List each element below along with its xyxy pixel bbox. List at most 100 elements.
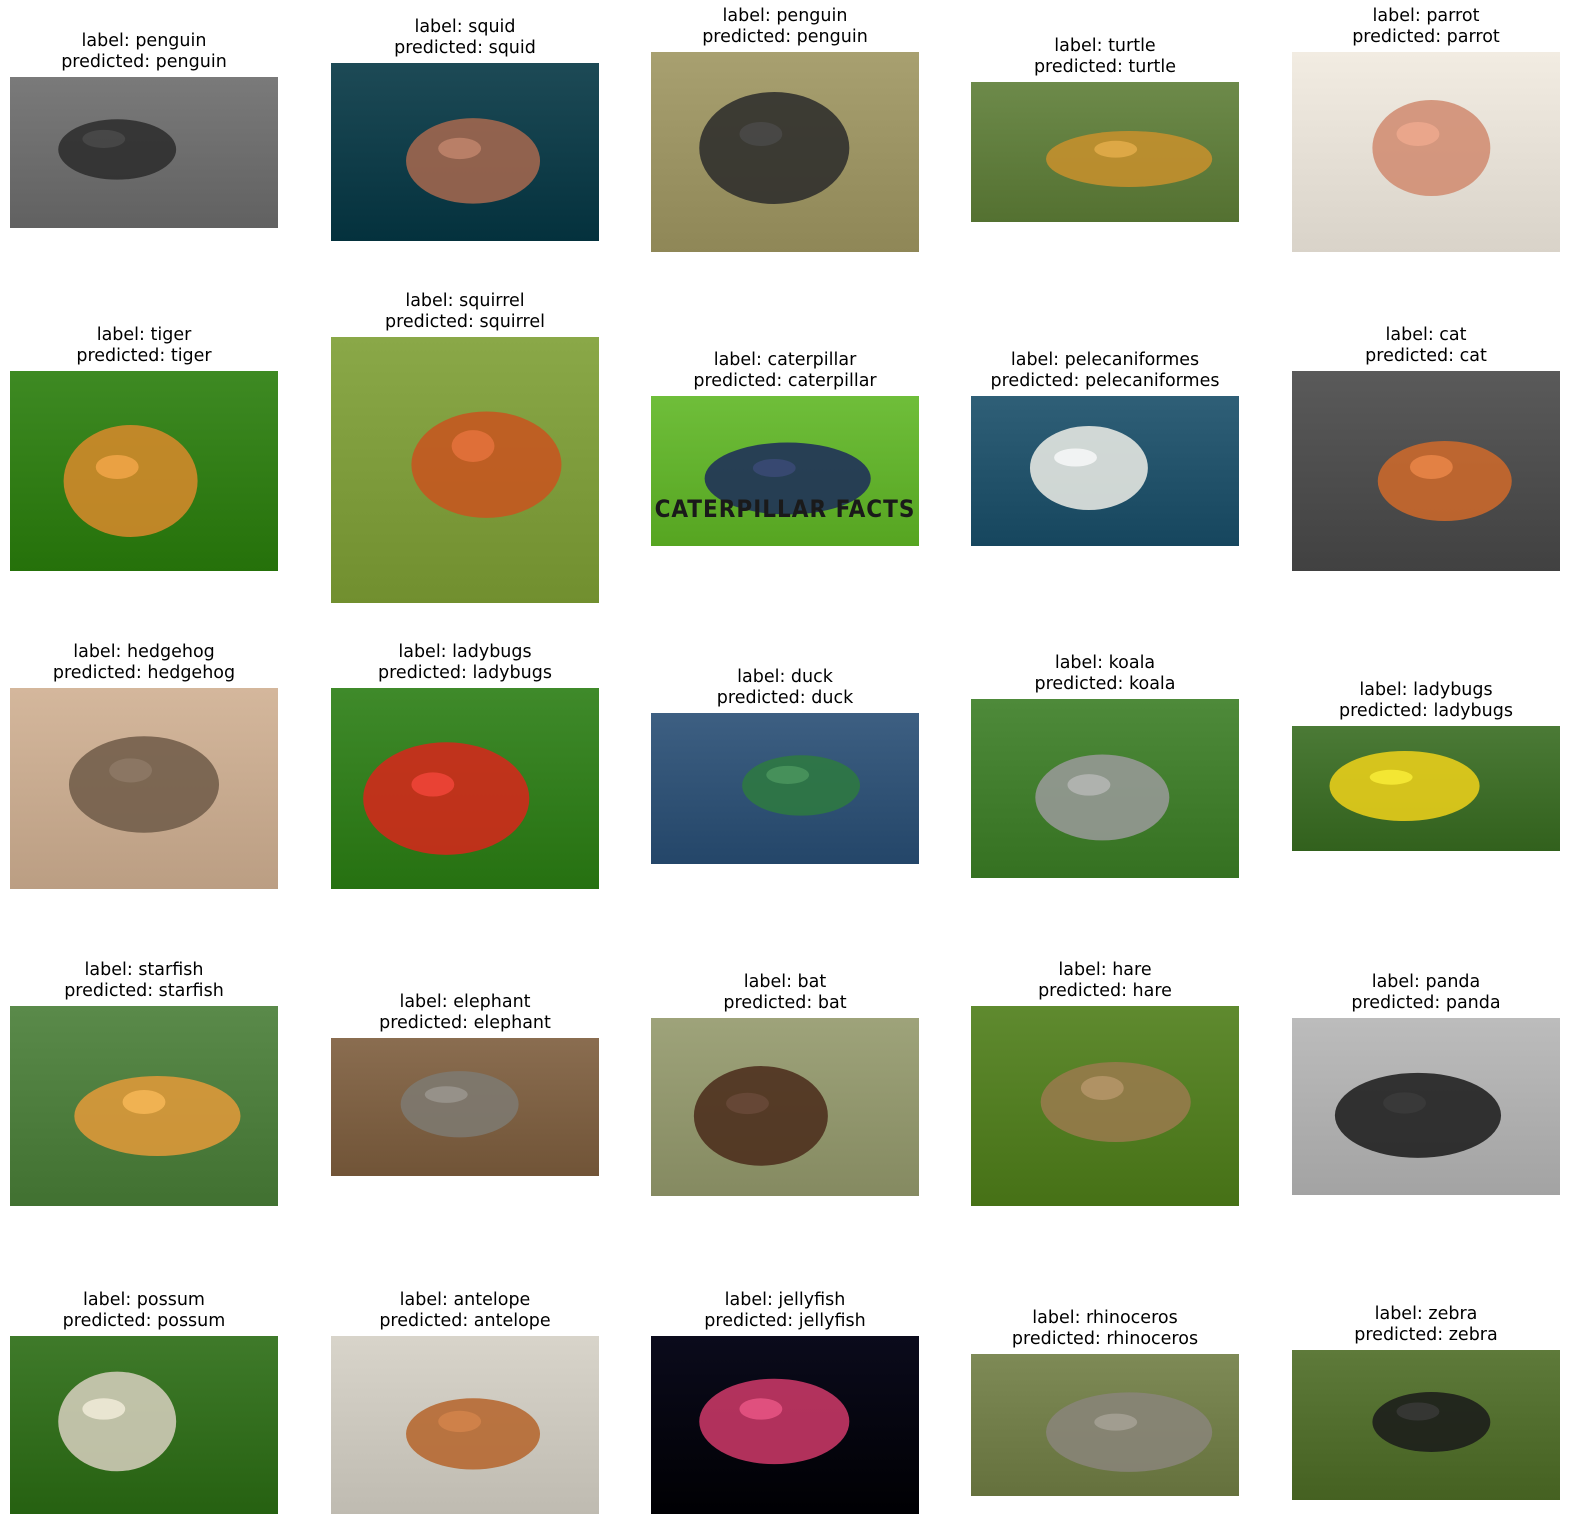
predicted-label: predicted: cat [1365,346,1487,366]
penguin-photo [651,52,919,252]
true-label: label: penguin [722,6,848,26]
prediction-cell: label: penguin predicted: penguin [10,31,278,228]
predicted-label: predicted: bat [723,993,847,1013]
prediction-cell: label: squirrel predicted: squirrel [331,291,599,603]
predicted-label: predicted: squid [394,38,536,58]
prediction-cell: label: caterpillar predicted: caterpillar… [651,350,919,546]
prediction-cell: label: panda predicted: panda [1292,972,1560,1195]
antelope-photo [331,1336,599,1514]
predicted-label: predicted: penguin [61,52,227,72]
true-label: label: jellyfish [724,1290,846,1310]
squirrel-photo [331,337,599,603]
prediction-cell: label: ladybugs predicted: ladybugs [331,642,599,889]
caterpillar-photo: CATERPILLAR FACTS [651,396,919,546]
true-label: label: squirrel [405,291,525,311]
turtle-photo [971,82,1239,222]
true-label: label: ladybugs [398,642,532,662]
prediction-cell: label: duck predicted: duck [651,667,919,864]
true-label: label: bat [743,972,827,992]
true-label: label: tiger [96,325,192,345]
true-label: label: elephant [399,992,531,1012]
predicted-label: predicted: starfish [64,981,224,1001]
predicted-label: predicted: penguin [702,27,868,47]
prediction-cell: label: koala predicted: koala [971,653,1239,878]
true-label: label: koala [1054,653,1156,673]
predicted-label: predicted: parrot [1352,27,1500,47]
predicted-label: predicted: koala [1034,674,1176,694]
bat-photo [651,1018,919,1196]
hedgehog-photo [10,688,278,889]
koala-photo [971,699,1239,878]
penguin-photo [10,77,278,228]
pelican-photo [971,396,1239,546]
prediction-cell: label: elephant predicted: elephant [331,992,599,1176]
ladybug-photo [331,688,599,889]
true-label: label: possum [83,1290,205,1310]
prediction-cell: label: pelecaniformes predicted: pelecani… [971,350,1239,546]
jellyfish-photo [651,1336,919,1514]
predicted-label: predicted: panda [1351,993,1501,1013]
prediction-cell: label: starfish predicted: starfish [10,960,278,1206]
true-label: label: hedgehog [73,642,215,662]
predicted-label: predicted: hedgehog [52,663,236,683]
predicted-label: predicted: jellyfish [704,1311,866,1331]
squid-photo [331,63,599,241]
rhino-photo [971,1354,1239,1496]
photo-overlay-text: CATERPILLAR FACTS [654,495,916,523]
prediction-cell: label: hedgehog predicted: hedgehog [10,642,278,889]
true-label: label: antelope [399,1290,531,1310]
elephant-photo [331,1038,599,1176]
predicted-label: predicted: ladybugs [378,663,552,683]
prediction-grid: label: penguin predicted: penguin label: s… [0,0,1570,1526]
true-label: label: zebra [1374,1304,1478,1324]
true-label: label: starfish [84,960,204,980]
prediction-cell: label: penguin predicted: penguin [651,6,919,252]
true-label: label: panda [1371,972,1481,992]
prediction-cell: label: jellyfish predicted: jellyfish [651,1290,919,1514]
predicted-label: predicted: tiger [76,346,212,366]
predicted-label: predicted: pelecaniformes [990,371,1220,391]
predicted-label: predicted: caterpillar [693,371,877,391]
true-label: label: caterpillar [713,350,857,370]
true-label: label: squid [414,17,516,37]
predicted-label: predicted: antelope [379,1311,551,1331]
true-label: label: penguin [81,31,207,51]
predicted-label: predicted: ladybugs [1339,701,1513,721]
predicted-label: predicted: possum [62,1311,226,1331]
prediction-cell: label: squid predicted: squid [331,17,599,241]
predicted-label: predicted: turtle [1033,57,1177,77]
prediction-cell: label: zebra predicted: zebra [1292,1304,1560,1500]
prediction-cell: label: parrot predicted: parrot [1292,6,1560,252]
duck-photo [651,713,919,864]
predicted-label: predicted: zebra [1354,1325,1498,1345]
true-label: label: hare [1058,960,1152,980]
tiger-photo [10,371,278,571]
prediction-cell: label: antelope predicted: antelope [331,1290,599,1514]
true-label: label: duck [737,667,833,687]
prediction-cell: label: rhinoceros predicted: rhinoceros [971,1308,1239,1496]
prediction-cell: label: cat predicted: cat [1292,325,1560,571]
true-label: label: pelecaniformes [1010,350,1200,370]
true-label: label: turtle [1054,36,1156,56]
predicted-label: predicted: hare [1038,981,1172,1001]
true-label: label: cat [1385,325,1467,345]
zebra-photo [1292,1350,1560,1500]
prediction-cell: label: hare predicted: hare [971,960,1239,1206]
cat-photo [1292,371,1560,571]
predicted-label: predicted: squirrel [385,312,545,332]
starfish-photo [10,1006,278,1206]
prediction-cell: label: turtle predicted: turtle [971,36,1239,222]
true-label: label: parrot [1372,6,1480,26]
panda-photo [1292,1018,1560,1195]
prediction-cell: label: possum predicted: possum [10,1290,278,1514]
true-label: label: rhinoceros [1032,1308,1178,1328]
true-label: label: ladybugs [1359,680,1493,700]
possum-photo [10,1336,278,1514]
ladybug-photo [1292,726,1560,851]
predicted-label: predicted: elephant [379,1013,551,1033]
parrot-photo [1292,52,1560,252]
prediction-cell: label: bat predicted: bat [651,972,919,1196]
predicted-label: predicted: duck [716,688,854,708]
prediction-cell: label: tiger predicted: tiger [10,325,278,571]
hare-photo [971,1006,1239,1206]
